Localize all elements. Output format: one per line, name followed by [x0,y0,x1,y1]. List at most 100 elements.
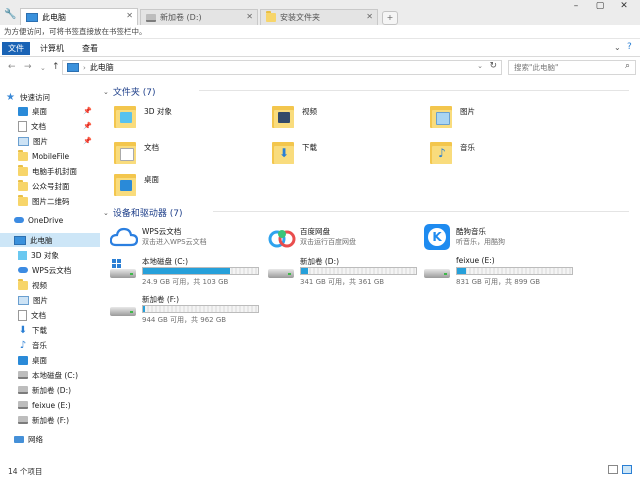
sidebar-item-3d-objects[interactable]: 3D 对象 [18,248,114,262]
search-input[interactable]: 搜索"此电脑" ⌕ [508,60,636,75]
chevron-down-icon[interactable]: ⌄ [103,209,109,217]
sidebar-item-music[interactable]: ♪ 音乐 [18,338,114,352]
sidebar-item-wps-cloud[interactable]: WPS云文档 [18,263,114,277]
chevron-down-icon[interactable]: ⌄ [477,62,483,70]
back-arrow-icon[interactable]: ← [8,62,16,72]
desktop-icon [18,106,28,116]
document-icon [114,138,138,166]
video-icon [272,102,296,130]
pin-icon[interactable]: 📌 [83,107,92,115]
up-arrow-icon[interactable]: ↑ [52,62,60,72]
folder-desktop[interactable]: 桌面 [114,170,264,206]
pictures-icon [18,136,29,146]
folder-icon [18,179,28,191]
drive-d[interactable]: 新加卷 (D:) 341 GB 可用，共 361 GB [268,256,428,290]
breadcrumb[interactable]: 此电脑 [90,62,114,73]
close-window-button[interactable]: ✕ [614,1,634,13]
drive-f[interactable]: 新加卷 (F:) 944 GB 可用，共 962 GB [110,294,270,328]
sidebar-item-desktop[interactable]: 桌面 📌 [18,104,114,118]
sidebar-item-drive-d[interactable]: 新加卷 (D:) [18,383,114,397]
item-count: 14 个项目 [8,467,43,476]
chevron-down-icon[interactable]: ⌄ [103,88,109,96]
drive-icon [268,259,294,283]
drive-icon [18,416,28,424]
refresh-icon[interactable]: ↻ [489,61,497,71]
navigation-pane: ★ 快速访问 桌面 📌 文档 📌 图片 📌 MobileFile 电脑手机封面 … [0,84,100,454]
sidebar-item-videos[interactable]: 视频 [18,278,114,292]
ribbon-tab-file[interactable]: 文件 [2,42,30,55]
sidebar-item-documents-pc[interactable]: 文档 [18,308,114,322]
desktop-icon [18,355,28,365]
app-baidu-netdisk[interactable]: 百度网盘 双击运行百度网盘 [268,224,428,254]
onedrive-icon [14,217,24,223]
address-bar[interactable]: › 此电脑 ⌄ ↻ [62,60,502,75]
minimize-button[interactable]: – [566,1,586,13]
details-view-icon[interactable] [608,465,618,474]
folder-pictures[interactable]: 图片 [430,102,580,138]
drive-usage-bar [142,305,259,313]
tab-label: 安装文件夹 [280,13,320,22]
devices-section-header[interactable]: ⌄ 设备和驱动器 (7) [103,206,629,219]
wrench-icon[interactable]: 🔧 [4,9,16,20]
network-icon [14,435,24,443]
section-divider [199,90,629,91]
sidebar-item-wechat-covers[interactable]: 公众号封面 [18,179,114,193]
folder-videos[interactable]: 视频 [272,102,422,138]
sidebar-item-desktop-pc[interactable]: 桌面 [18,353,114,367]
folder-3d-objects[interactable]: 3D 对象 [114,102,264,138]
close-icon[interactable]: ✕ [246,12,253,21]
sidebar-item-drive-f[interactable]: 新加卷 (F:) [18,413,114,427]
ribbon-tab-view[interactable]: 查看 [76,42,104,55]
sidebar-item-mobilefile[interactable]: MobileFile [18,149,114,163]
folder-documents[interactable]: 文档 [114,138,264,174]
sidebar-network[interactable]: 网络 [14,432,110,446]
system-drive-icon [110,259,136,283]
download-icon: ⬇ [272,138,296,166]
help-icon[interactable]: ? [627,42,632,52]
pictures-icon [18,295,29,305]
star-icon: ★ [6,91,15,103]
sidebar-onedrive[interactable]: OneDrive [14,213,110,227]
bookmark-bar: 为方便访问，可将书签直接放在书签栏中。 [0,25,640,39]
recent-chevron-icon[interactable]: ⌄ [40,64,46,72]
pin-icon[interactable]: 📌 [83,122,92,130]
drive-c[interactable]: 本地磁盘 (C:) 24.9 GB 可用，共 103 GB [110,256,270,290]
computer-icon [26,12,38,22]
close-icon[interactable]: ✕ [366,12,373,21]
app-wps-cloud[interactable]: WPS云文档 双击进入WPS云文档 [110,224,270,254]
ribbon-tab-computer[interactable]: 计算机 [34,42,70,55]
folder-music[interactable]: ♪ 音乐 [430,138,580,174]
sidebar-item-pictures[interactable]: 图片 📌 [18,134,114,148]
new-tab-button[interactable]: + [382,11,398,25]
sidebar-this-pc[interactable]: 此电脑 [0,233,100,247]
sidebar-item-downloads[interactable]: ⬇ 下载 [18,323,114,337]
3d-objects-icon [18,250,27,260]
drive-e[interactable]: feixue (E:) 831 GB 可用，共 899 GB [424,256,584,290]
kugou-icon: K [424,224,450,250]
drive-icon [18,401,28,409]
tab-this-pc[interactable]: 此电脑 ✕ [20,8,138,25]
browser-tab-bar: 🔧 此电脑 ✕ 新加卷 (D:) ✕ 安装文件夹 ✕ + – ▢ ✕ [0,0,640,25]
sidebar-quick-access[interactable]: ★ 快速访问 [6,90,102,104]
drive-icon [146,13,156,22]
tab-drive-d[interactable]: 新加卷 (D:) ✕ [140,9,258,25]
maximize-button[interactable]: ▢ [590,1,610,13]
folder-downloads[interactable]: ⬇ 下载 [272,138,422,174]
pictures-icon [430,102,454,130]
sidebar-item-documents[interactable]: 文档 📌 [18,119,114,133]
pin-icon[interactable]: 📌 [83,137,92,145]
app-kugou-music[interactable]: K 酷狗音乐 听音乐，用酷狗 [424,224,584,254]
sidebar-item-pictures-pc[interactable]: 图片 [18,293,114,307]
tab-install-folder[interactable]: 安装文件夹 ✕ [260,9,378,25]
sidebar-item-drive-e[interactable]: feixue (E:) [18,398,114,412]
folders-section-header[interactable]: ⌄ 文件夹 (7) [103,85,629,98]
tiles-view-icon[interactable] [622,465,632,474]
sidebar-item-phone-covers[interactable]: 电脑手机封面 [18,164,114,178]
sidebar-item-qrcode[interactable]: 图片二维码 [18,194,114,208]
close-icon[interactable]: ✕ [126,11,133,20]
chevron-down-icon[interactable]: ⌄ [614,43,621,52]
address-row: ← → ⌄ ↑ › 此电脑 ⌄ ↻ 搜索"此电脑" ⌕ [0,57,640,79]
sidebar-item-drive-c[interactable]: 本地磁盘 (C:) [18,368,114,382]
breadcrumb-chevron-icon[interactable]: › [83,64,86,72]
forward-arrow-icon[interactable]: → [24,62,32,72]
